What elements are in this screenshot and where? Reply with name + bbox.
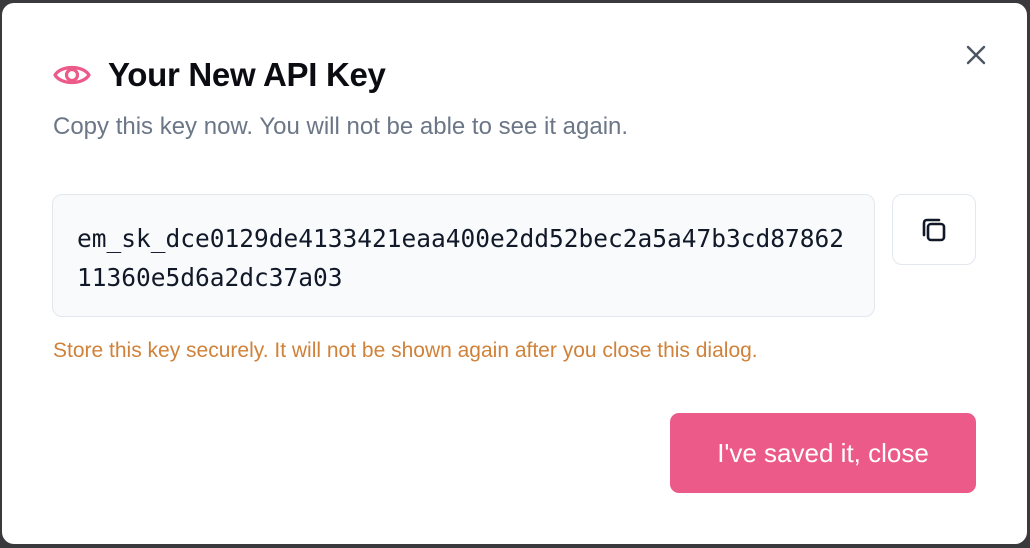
security-warning: Store this key securely. It will not be … — [53, 339, 758, 362]
api-key-value[interactable]: em_sk_dce0129de4133421eaa400e2dd52bec2a5… — [77, 219, 847, 297]
dialog-subtitle: Copy this key now. You will not be able … — [53, 113, 629, 140]
saved-close-button[interactable]: I've saved it, close — [670, 413, 976, 493]
copy-key-button[interactable] — [892, 194, 976, 265]
close-dialog-button[interactable] — [960, 39, 992, 71]
copy-icon — [922, 218, 946, 241]
close-icon — [966, 45, 986, 65]
api-key-dialog: Your New API Key Copy this key now. You … — [2, 3, 1027, 544]
eye-icon — [52, 55, 92, 95]
dialog-header: Your New API Key — [52, 55, 386, 95]
dialog-title: Your New API Key — [108, 56, 386, 93]
api-key-field[interactable]: em_sk_dce0129de4133421eaa400e2dd52bec2a5… — [52, 194, 875, 317]
